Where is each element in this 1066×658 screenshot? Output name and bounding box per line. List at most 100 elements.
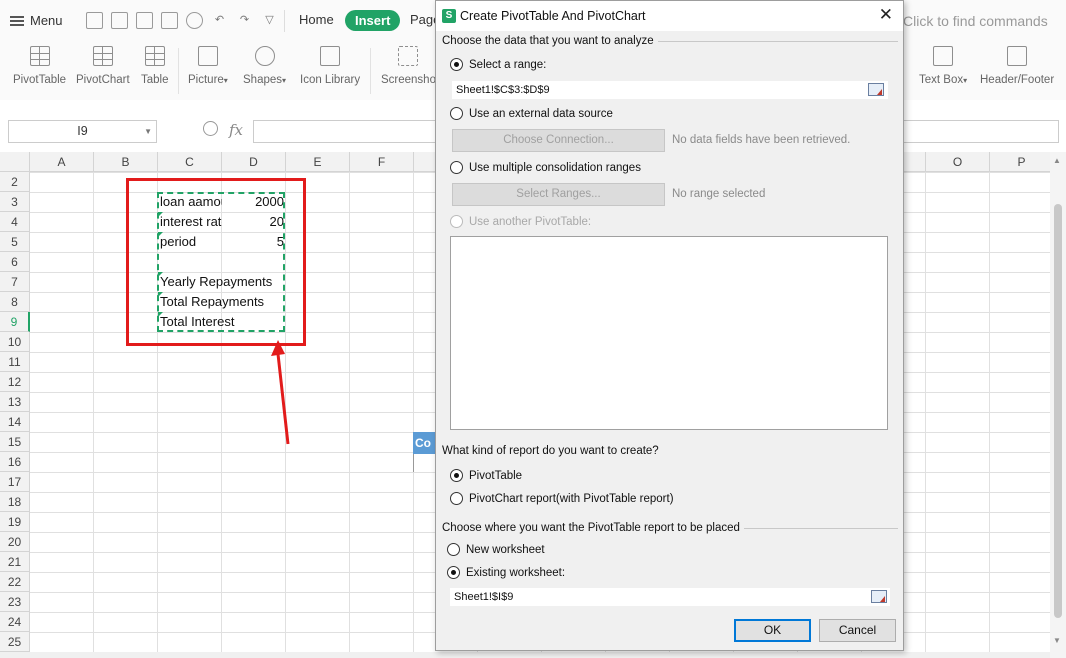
tab-insert[interactable]: Insert [345,10,401,31]
undo-icon[interactable]: ↶ [211,12,228,29]
existing-worksheet-input[interactable]: Sheet1!$I$9 [450,588,890,606]
quick-access-toolbar: ↶ ↷ ▽ [86,12,278,29]
column-header-d[interactable]: D [222,152,286,172]
save-icon[interactable] [111,12,128,29]
row-header-21[interactable]: 21 [0,552,30,572]
row-header-14[interactable]: 14 [0,412,30,432]
dialog-titlebar: S Create PivotTable And PivotChart ✕ [436,1,903,31]
tab-home[interactable]: Home [299,12,334,27]
column-header-a[interactable]: A [30,152,94,172]
no-fields-note: No data fields have been retrieved. [672,134,851,146]
row-header-6[interactable]: 6 [0,252,30,272]
row-header-19[interactable]: 19 [0,512,30,532]
icon-library-icon [320,46,341,66]
radio-checked-icon[interactable] [450,58,463,71]
range-picker-icon[interactable] [868,83,884,96]
radio-checked-icon[interactable] [450,469,463,482]
pivotchart-button[interactable]: PivotChart [76,46,130,86]
ribbon-divider [178,48,179,94]
report-pivottable-radio[interactable]: PivotTable [450,469,522,482]
hamburger-icon [10,15,24,26]
external-source-radio[interactable]: Use an external data source [450,107,613,120]
redo-icon[interactable]: ↷ [236,12,253,29]
chevron-down-icon[interactable]: ▼ [144,121,152,142]
customize-dropdown-icon[interactable]: ▽ [261,12,278,29]
radio-icon[interactable] [450,161,463,174]
row-header-3[interactable]: 3 [0,192,30,212]
pivottable-icon [29,46,50,66]
column-header-e[interactable]: E [286,152,350,172]
consolidation-radio[interactable]: Use multiple consolidation ranges [450,161,641,174]
new-worksheet-radio[interactable]: New worksheet [447,543,545,556]
row-header-4[interactable]: 4 [0,212,30,232]
shapes-icon [254,46,275,66]
pivottable-listbox[interactable] [450,236,888,430]
row-header-5[interactable]: 5 [0,232,30,252]
export-pdf-icon[interactable] [136,12,153,29]
row-header-12[interactable]: 12 [0,372,30,392]
vertical-scrollbar[interactable]: ▲ ▼ [1050,152,1066,658]
row-header-10[interactable]: 10 [0,332,30,352]
row-header-8[interactable]: 8 [0,292,30,312]
row-header-15[interactable]: 15 [0,432,30,452]
existing-worksheet-radio[interactable]: Existing worksheet: [447,566,565,579]
report-pivotchart-radio[interactable]: PivotChart report(with PivotTable report… [450,492,674,505]
radio-icon[interactable] [450,492,463,505]
column-header-c[interactable]: C [158,152,222,172]
row-header-11[interactable]: 11 [0,352,30,372]
select-ranges-button: Select Ranges... [452,183,665,206]
header-footer-button[interactable]: Header/Footer [980,46,1054,86]
cancel-button[interactable]: Cancel [819,619,896,642]
print-icon[interactable] [161,12,178,29]
open-folder-icon[interactable] [86,12,103,29]
select-all-corner[interactable] [0,152,30,172]
close-icon[interactable]: ✕ [879,5,893,25]
scroll-up-icon[interactable]: ▲ [1053,156,1061,165]
text-box-icon [933,46,954,66]
row-header-24[interactable]: 24 [0,612,30,632]
radio-icon[interactable] [450,107,463,120]
text-box-button[interactable]: Text Box▾ [919,46,967,86]
icon-library-button[interactable]: Icon Library [300,46,360,86]
radio-checked-icon[interactable] [447,566,460,579]
sheet-tab-bar [0,652,1050,658]
column-header-p[interactable]: P [990,152,1054,172]
row-header-23[interactable]: 23 [0,592,30,612]
row-header-7[interactable]: 7 [0,272,30,292]
screenshot-button[interactable]: Screensho [381,46,436,86]
row-header-20[interactable]: 20 [0,532,30,552]
picture-icon [197,46,218,66]
another-pivottable-radio: Use another PivotTable: [450,215,591,228]
row-header-18[interactable]: 18 [0,492,30,512]
column-gridline [349,172,350,658]
row-header-9[interactable]: 9 [0,312,30,332]
range-input[interactable]: Sheet1!$C$3:$D$9 [452,81,888,99]
scroll-thumb[interactable] [1054,204,1062,618]
column-header-f[interactable]: F [350,152,414,172]
scroll-down-icon[interactable]: ▼ [1053,636,1061,645]
column-header-o[interactable]: O [926,152,990,172]
row-header-25[interactable]: 25 [0,632,30,652]
table-button[interactable]: Table [141,46,169,86]
radio-icon[interactable] [447,543,460,556]
row-header-16[interactable]: 16 [0,452,30,472]
print-preview-icon[interactable] [186,12,203,29]
ok-button[interactable]: OK [734,619,811,642]
paste-options-button[interactable]: Co [413,432,435,454]
select-range-radio[interactable]: Select a range: [450,58,546,71]
find-commands-search[interactable]: Click to find commands [903,13,1048,29]
menu-button[interactable]: Menu [10,13,63,28]
range-picker-icon[interactable] [871,590,887,603]
zoom-formula-icon[interactable] [203,121,218,136]
column-header-b[interactable]: B [94,152,158,172]
picture-button[interactable]: Picture▾ [188,46,228,86]
insert-function-icon[interactable]: fx [229,121,243,139]
row-header-13[interactable]: 13 [0,392,30,412]
section-report-type: What kind of report do you want to creat… [442,445,659,457]
pivottable-button[interactable]: PivotTable [13,46,66,86]
shapes-button[interactable]: Shapes▾ [243,46,286,86]
row-header-17[interactable]: 17 [0,472,30,492]
row-header-22[interactable]: 22 [0,572,30,592]
row-header-2[interactable]: 2 [0,172,30,192]
name-box[interactable]: I9 ▼ [8,120,157,143]
